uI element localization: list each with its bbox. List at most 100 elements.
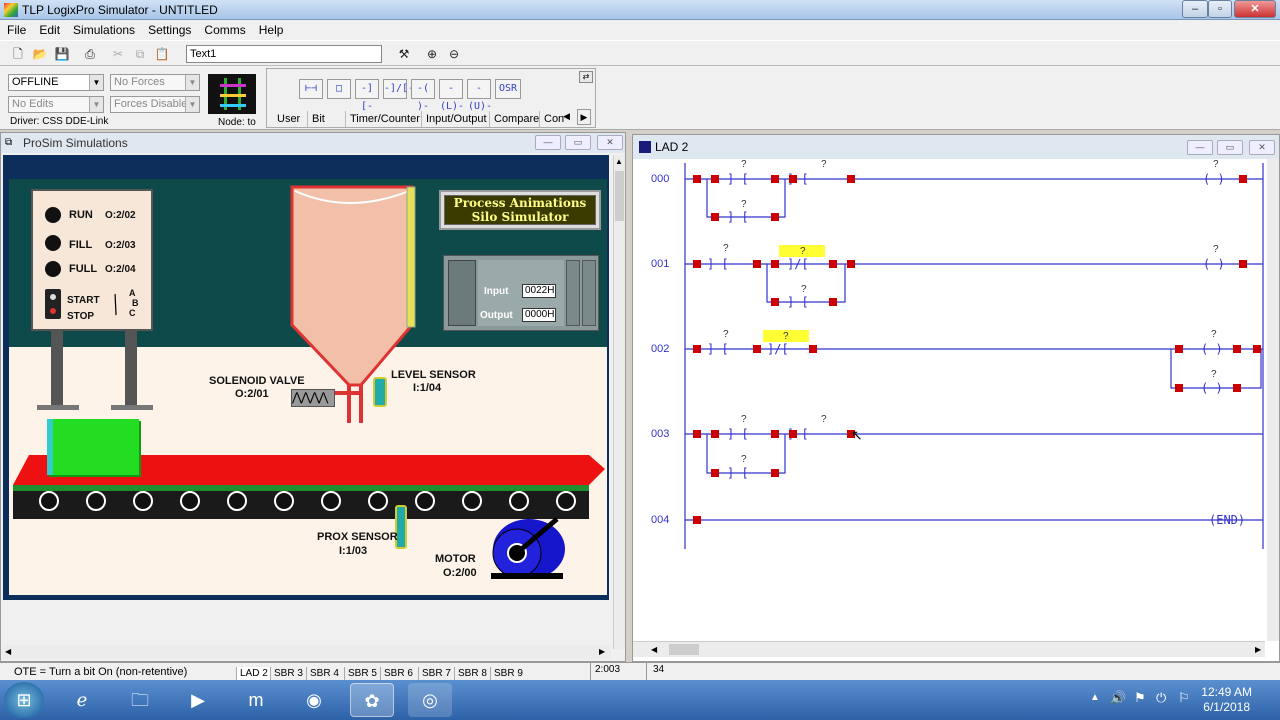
tab-bit[interactable]: Bit [307,111,329,127]
toolbar: 🗋 📂 💾 ⎙ ✂ ⧉ 📋 Text1 ⚒ ⊕ ⊖ [0,40,1280,66]
sim-close-button[interactable]: ✕ [597,135,623,150]
xic-button[interactable]: -] [- [355,79,379,112]
save-icon[interactable]: 💾 [52,44,72,64]
new-file-icon[interactable]: 🗋 [8,44,28,64]
lad-maximize-button[interactable]: ▭ [1217,140,1243,155]
menu-file[interactable]: File [0,20,32,37]
scroll-thumb[interactable] [615,171,624,221]
menu-simulations[interactable]: Simulations [66,20,141,37]
network-icon[interactable]: ⚑ [1134,690,1146,706]
tab-timer-counter[interactable]: Timer/Counter [345,111,424,127]
lad-horizontal-scrollbar[interactable]: ◀ ▶ [633,641,1265,657]
sim-vertical-scrollbar[interactable]: ▲ [613,155,625,649]
branch-button[interactable]: ⊢⊣ [299,79,323,99]
tools-icon[interactable]: ⚒ [394,44,414,64]
ote-button[interactable]: -( )- [411,79,435,112]
scroll-right-icon[interactable]: ▶ [1255,645,1261,654]
prox-sensor-addr: I:1/03 [339,545,368,557]
scroll-left-icon[interactable]: ◀ [651,645,657,654]
scroll-up-icon[interactable]: ▲ [615,157,623,166]
otl-button[interactable]: -(L)- [439,79,464,112]
palette-menu-icon[interactable]: ⇄ [579,71,593,83]
app-m-icon[interactable]: m [234,683,278,717]
selector-switch-icon[interactable]: ╱ [107,294,125,316]
svg-text:] [: ] [ [727,172,749,186]
forces-state-value: Forces Disabled [114,98,194,110]
rung-number[interactable]: 000 [651,173,669,185]
tab-scroll-left-icon[interactable]: ◀ [563,111,570,122]
zoom-out-icon[interactable]: ⊖ [444,44,464,64]
tab-lad2[interactable]: LAD 2 [236,667,271,681]
tab-sbr5[interactable]: SBR 5 [344,667,380,681]
tab-sbr6[interactable]: SBR 6 [380,667,416,681]
zoom-in-icon[interactable]: ⊕ [422,44,442,64]
tab-compare[interactable]: Compare [489,111,543,127]
copy-icon[interactable]: ⧉ [130,44,150,64]
rung-button[interactable]: □ [327,79,351,99]
start-orb-icon[interactable]: ⊞ [4,682,44,718]
tab-sbr9[interactable]: SBR 9 [490,667,526,681]
menu-edit[interactable]: Edit [32,20,66,37]
run-addr: O:2/02 [105,210,136,221]
lad-close-button[interactable]: ✕ [1249,140,1275,155]
camera-icon[interactable]: ◎ [408,683,452,717]
menu-help[interactable]: Help [252,20,290,37]
lad-minimize-button[interactable]: — [1187,140,1213,155]
paste-icon[interactable]: 📋 [152,44,172,64]
product-box [47,419,139,475]
svg-text:?: ? [741,414,747,425]
minimize-button[interactable]: – [1182,0,1208,18]
otu-button[interactable]: -(U)- [467,79,492,112]
sim-horizontal-scrollbar[interactable]: ◀ ▶ [3,645,611,659]
mode-select[interactable]: OFFLINE ▼ [8,74,104,91]
rung-number[interactable]: 003 [651,428,669,440]
tab-sbr8[interactable]: SBR 8 [454,667,490,681]
lad-vertical-scrollbar[interactable] [1267,159,1279,641]
svg-text:?: ? [741,159,747,170]
volume-icon[interactable]: 🔊 [1110,690,1126,706]
folder-icon[interactable]: 🗀 [118,683,162,717]
start-button[interactable] [48,292,58,302]
forces-select[interactable]: No Forces ▼ [110,74,200,91]
osr-button[interactable]: OSR [495,79,521,99]
svg-text:?: ? [1213,159,1219,170]
menu-comms[interactable]: Comms [197,20,251,37]
svg-text:?: ? [1213,244,1219,255]
rung-number[interactable]: 001 [651,258,669,270]
flag-icon[interactable]: ⚐ [1178,690,1190,706]
tab-input-output[interactable]: Input/Output [421,111,491,127]
control-panel: RUN O:2/02 FILL O:2/03 FULL O:2/04 START… [31,189,153,331]
open-folder-icon[interactable]: 📂 [30,44,50,64]
tab-sbr7[interactable]: SBR 7 [418,667,454,681]
tab-scroll-right-icon[interactable]: ▶ [577,109,591,125]
tab-sbr3[interactable]: SBR 3 [270,667,306,681]
chrome-icon[interactable]: ◉ [292,683,336,717]
close-button[interactable]: ✕ [1234,0,1276,18]
scroll-right-icon[interactable]: ▶ [599,647,605,656]
menu-settings[interactable]: Settings [141,20,197,37]
media-player-icon[interactable]: ▶ [176,683,220,717]
cut-icon[interactable]: ✂ [108,44,128,64]
sim-maximize-button[interactable]: ▭ [565,135,591,150]
clock[interactable]: 12:49 AM 6/1/2018 [1201,685,1252,715]
tab-sbr4[interactable]: SBR 4 [306,667,342,681]
tab-user[interactable]: User [273,111,304,127]
prosim-window: ProSim Simulations ⧉ — ▭ ✕ RUN O:2/02 FI… [0,132,626,662]
sim-minimize-button[interactable]: — [535,135,561,150]
logixpro-taskbar-icon[interactable]: ✿ [350,683,394,717]
ladder-diagram[interactable]: ] [] [ ] [ ] []/[ ] [ ] []/[ ] [] [ ] [ … [633,159,1273,649]
forces-state-select[interactable]: Forces Disabled ▼ [110,96,200,113]
edits-select[interactable]: No Edits ▼ [8,96,104,113]
stop-button[interactable] [48,306,58,316]
ie-icon[interactable]: ℯ [60,683,104,717]
rung-number[interactable]: 002 [651,343,669,355]
power-icon[interactable]: ⏻ [1156,690,1166,706]
maximize-button[interactable]: ▫ [1208,0,1232,18]
tray-arrow-icon[interactable]: ▲ [1090,692,1100,703]
rung-number[interactable]: 004 [651,514,669,526]
scroll-thumb[interactable] [669,644,699,655]
text-field[interactable]: Text1 [186,45,382,63]
scroll-left-icon[interactable]: ◀ [5,647,11,656]
print-icon[interactable]: ⎙ [80,44,100,64]
xio-button[interactable]: -]/[- [383,79,414,99]
